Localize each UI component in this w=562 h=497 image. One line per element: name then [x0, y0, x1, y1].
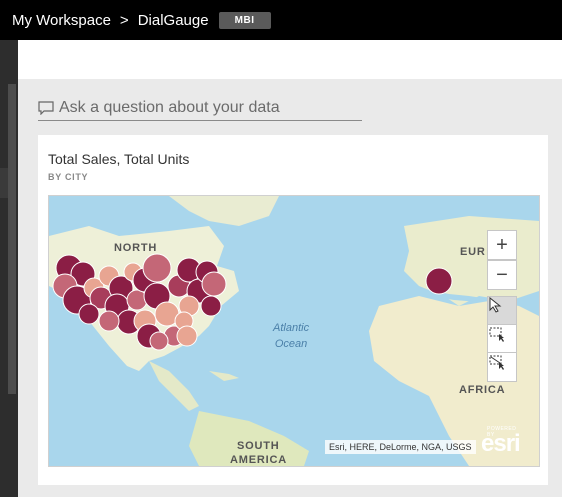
- map-label-atlantic-ocean: Atlantic Ocean: [273, 320, 309, 352]
- left-rail-scrollbar[interactable]: [8, 84, 16, 394]
- rectangle-select-button[interactable]: [487, 324, 517, 354]
- lasso-select-button[interactable]: [487, 352, 517, 382]
- speech-bubble-icon: [38, 100, 54, 115]
- map-label-south: SOUTH: [237, 440, 280, 452]
- map-label-atlantic: Atlantic: [273, 322, 310, 334]
- breadcrumb-separator: >: [119, 11, 129, 29]
- pointer-select-button[interactable]: [487, 296, 517, 326]
- esri-powered-by: POWERED BY: [487, 426, 517, 438]
- tile-subtitle: BY CITY: [48, 172, 89, 182]
- map-label-north: NORTH: [114, 242, 158, 254]
- left-rail-item[interactable]: [0, 168, 8, 198]
- map-label-africa: AFRICA: [459, 384, 506, 396]
- esri-logo: POWERED BY esri: [481, 426, 521, 458]
- map-attribution: Esri, HERE, DeLorme, NGA, USGS: [325, 440, 476, 454]
- left-rail: [0, 40, 18, 497]
- classification-badge: MBI: [218, 11, 271, 29]
- top-bar: My Workspace > DialGauge MBI: [0, 0, 562, 40]
- dashboard-canvas: Ask a question about your data Total Sal…: [18, 40, 562, 497]
- rectangle-select-icon: [489, 327, 504, 342]
- breadcrumb-dashboard[interactable]: DialGauge: [138, 12, 209, 29]
- map-label-america: AMERICA: [230, 454, 287, 466]
- map-label-ocean: Ocean: [274, 338, 308, 350]
- breadcrumb-workspace[interactable]: My Workspace: [12, 12, 111, 29]
- map-label-europe: EUR: [460, 246, 486, 258]
- lasso-select-icon: [489, 355, 504, 370]
- pointer-icon: [489, 297, 502, 313]
- map-tile[interactable]: Total Sales, Total Units BY CITY NORTH E…: [38, 135, 548, 485]
- tile-title: Total Sales, Total Units: [48, 151, 190, 167]
- qa-placeholder: Ask a question about your data: [59, 98, 280, 116]
- zoom-out-button[interactable]: −: [487, 260, 517, 290]
- zoom-in-button[interactable]: +: [487, 230, 517, 260]
- header-strip: [18, 40, 562, 79]
- map-visual[interactable]: NORTH EUR Atlantic Ocean AFRICA SOUTH AM…: [48, 195, 540, 467]
- qa-box[interactable]: Ask a question about your data: [38, 95, 362, 121]
